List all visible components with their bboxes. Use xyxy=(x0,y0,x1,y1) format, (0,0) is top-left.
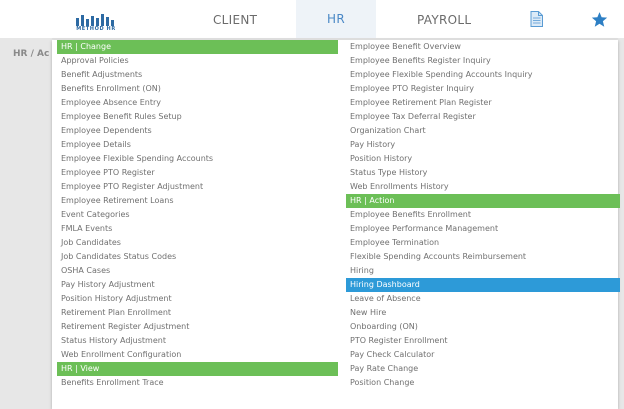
menu-item-pay-check-calculator[interactable]: Pay Check Calculator xyxy=(346,348,620,362)
menu-item-employee-benefit-overview[interactable]: Employee Benefit Overview xyxy=(346,40,620,54)
menu-section-header-hr-change: HR | Change xyxy=(57,40,338,54)
menu-item-benefits-enrollment-trace[interactable]: Benefits Enrollment Trace xyxy=(57,376,338,390)
menu-section-header-hr-action: HR | Action xyxy=(346,194,620,208)
menu-item-position-change[interactable]: Position Change xyxy=(346,376,620,390)
menu-item-osha-cases[interactable]: OSHA Cases xyxy=(57,264,338,278)
document-icon[interactable] xyxy=(530,11,543,27)
breadcrumb: HR / Ac xyxy=(13,49,50,59)
menu-item-event-categories[interactable]: Event Categories xyxy=(57,208,338,222)
menu-item-retirement-register-adjustment[interactable]: Retirement Register Adjustment xyxy=(57,320,338,334)
menu-item-pay-rate-change[interactable]: Pay Rate Change xyxy=(346,362,620,376)
menu-item-employee-pto-register[interactable]: Employee PTO Register xyxy=(57,166,338,180)
menu-item-employee-absence-entry[interactable]: Employee Absence Entry xyxy=(57,96,338,110)
menu-item-web-enrollments-history[interactable]: Web Enrollments History xyxy=(346,180,620,194)
menu-item-employee-flexible-spending-accounts-inquiry[interactable]: Employee Flexible Spending Accounts Inqu… xyxy=(346,68,620,82)
menu-item-employee-termination[interactable]: Employee Termination xyxy=(346,236,620,250)
menu-item-employee-details[interactable]: Employee Details xyxy=(57,138,338,152)
menu-item-pto-register-enrollment[interactable]: PTO Register Enrollment xyxy=(346,334,620,348)
menu-item-job-candidates[interactable]: Job Candidates xyxy=(57,236,338,250)
menu-section-header-hr-view: HR | View xyxy=(57,362,338,376)
menu-item-web-enrollment-configuration[interactable]: Web Enrollment Configuration xyxy=(57,348,338,362)
menu-item-fmla-events[interactable]: FMLA Events xyxy=(57,222,338,236)
star-icon[interactable] xyxy=(591,11,608,28)
menu-item-job-candidates-status-codes[interactable]: Job Candidates Status Codes xyxy=(57,250,338,264)
menu-item-flexible-spending-accounts-reimbursement[interactable]: Flexible Spending Accounts Reimbursement xyxy=(346,250,620,264)
menu-item-employee-retirement-loans[interactable]: Employee Retirement Loans xyxy=(57,194,338,208)
menu-item-organization-chart[interactable]: Organization Chart xyxy=(346,124,620,138)
company-logo[interactable]: METHOD HR xyxy=(72,14,120,36)
app-window: METHOD HR CLIENT HR PAYROLL HR / Ac HR |… xyxy=(0,0,624,409)
menu-item-pay-history[interactable]: Pay History xyxy=(346,138,620,152)
background-left-area xyxy=(0,38,52,409)
menu-item-employee-benefits-enrollment[interactable]: Employee Benefits Enrollment xyxy=(346,208,620,222)
menu-item-employee-tax-deferral-register[interactable]: Employee Tax Deferral Register xyxy=(346,110,620,124)
menu-item-hiring[interactable]: Hiring xyxy=(346,264,620,278)
menu-item-benefit-adjustments[interactable]: Benefit Adjustments xyxy=(57,68,338,82)
top-navigation-bar: METHOD HR CLIENT HR PAYROLL xyxy=(0,0,624,39)
menu-item-onboarding-on[interactable]: Onboarding (ON) xyxy=(346,320,620,334)
menu-item-employee-benefits-register-inquiry[interactable]: Employee Benefits Register Inquiry xyxy=(346,54,620,68)
menu-item-benefits-enrollment-on[interactable]: Benefits Enrollment (ON) xyxy=(57,82,338,96)
menu-item-hiring-dashboard[interactable]: Hiring Dashboard xyxy=(346,278,620,292)
logo-text: METHOD HR xyxy=(76,26,116,32)
menu-item-pay-history-adjustment[interactable]: Pay History Adjustment xyxy=(57,278,338,292)
menu-item-employee-flexible-spending-accounts[interactable]: Employee Flexible Spending Accounts xyxy=(57,152,338,166)
nav-client[interactable]: CLIENT xyxy=(213,13,257,27)
menu-item-position-history-adjustment[interactable]: Position History Adjustment xyxy=(57,292,338,306)
menu-item-new-hire[interactable]: New Hire xyxy=(346,306,620,320)
menu-item-employee-pto-register-adjustment[interactable]: Employee PTO Register Adjustment xyxy=(57,180,338,194)
menu-item-employee-pto-register-inquiry[interactable]: Employee PTO Register Inquiry xyxy=(346,82,620,96)
nav-payroll[interactable]: PAYROLL xyxy=(417,13,471,27)
menu-item-employee-dependents[interactable]: Employee Dependents xyxy=(57,124,338,138)
menu-column-left: HR | Change Approval Policies Benefit Adju… xyxy=(57,40,338,390)
menu-item-retirement-plan-enrollment[interactable]: Retirement Plan Enrollment xyxy=(57,306,338,320)
hr-dropdown-menu: HR | Change Approval Policies Benefit Adju… xyxy=(52,40,620,409)
menu-column-right: Employee Benefit Overview Employee Benefi… xyxy=(346,40,620,390)
menu-item-employee-retirement-plan-register[interactable]: Employee Retirement Plan Register xyxy=(346,96,620,110)
menu-item-employee-benefit-rules-setup[interactable]: Employee Benefit Rules Setup xyxy=(57,110,338,124)
menu-item-approval-policies[interactable]: Approval Policies xyxy=(57,54,338,68)
menu-item-status-history-adjustment[interactable]: Status History Adjustment xyxy=(57,334,338,348)
menu-item-status-type-history[interactable]: Status Type History xyxy=(346,166,620,180)
bar-logo-icon xyxy=(76,14,114,26)
menu-item-employee-performance-management[interactable]: Employee Performance Management xyxy=(346,222,620,236)
menu-item-position-history[interactable]: Position History xyxy=(346,152,620,166)
menu-item-leave-of-absence[interactable]: Leave of Absence xyxy=(346,292,620,306)
nav-hr[interactable]: HR xyxy=(296,0,376,38)
